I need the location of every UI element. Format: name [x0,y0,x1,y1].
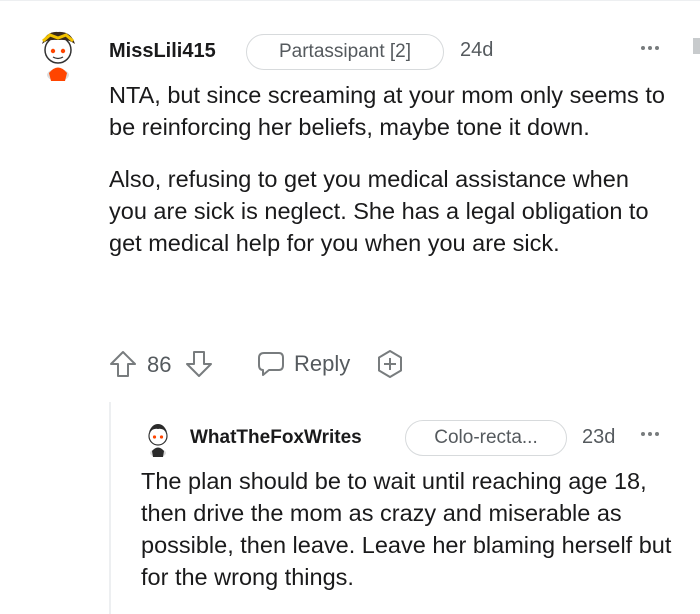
comment-age: 24d [460,39,494,61]
scrollbar-thumb[interactable] [693,38,700,54]
thread-line[interactable] [109,402,111,614]
comment-body: The plan should be to wait until reachin… [141,465,686,593]
comment-paragraph: Also, refusing to get you medical assist… [109,166,649,256]
arrow-up-icon[interactable] [108,349,138,379]
comment-username[interactable]: WhatTheFoxWrites [190,427,362,449]
reply-label: Reply [294,351,351,376]
arrow-down-icon[interactable] [184,349,214,379]
more-options-button[interactable] [641,46,659,50]
more-dots-icon [655,46,659,50]
more-dots-icon [641,432,645,436]
comment-body: NTA, but since screaming at your mom onl… [109,79,669,259]
comment-actions: 86 Reply [108,346,428,382]
more-dots-icon [648,46,652,50]
more-dots-icon [655,432,659,436]
user-flair: Colo-recta... [405,420,567,456]
more-dots-icon [641,46,645,50]
more-options-button[interactable] [641,432,659,436]
user-avatar[interactable] [34,26,82,82]
award-plus-icon[interactable] [375,349,405,379]
user-avatar[interactable] [143,420,173,458]
reply-button[interactable]: Reply [256,346,350,382]
comment-paragraph: NTA, but since screaming at your mom onl… [109,82,665,140]
user-flair: Partassipant [2] [246,34,444,70]
vote-score: 86 [147,352,172,377]
comment-age: 23d [582,426,616,448]
top-divider [0,0,700,1]
speech-bubble-icon [258,352,284,376]
more-dots-icon [648,432,652,436]
comment-username[interactable]: MissLili415 [109,40,216,63]
comment-paragraph: The plan should be to wait until reachin… [141,468,672,590]
